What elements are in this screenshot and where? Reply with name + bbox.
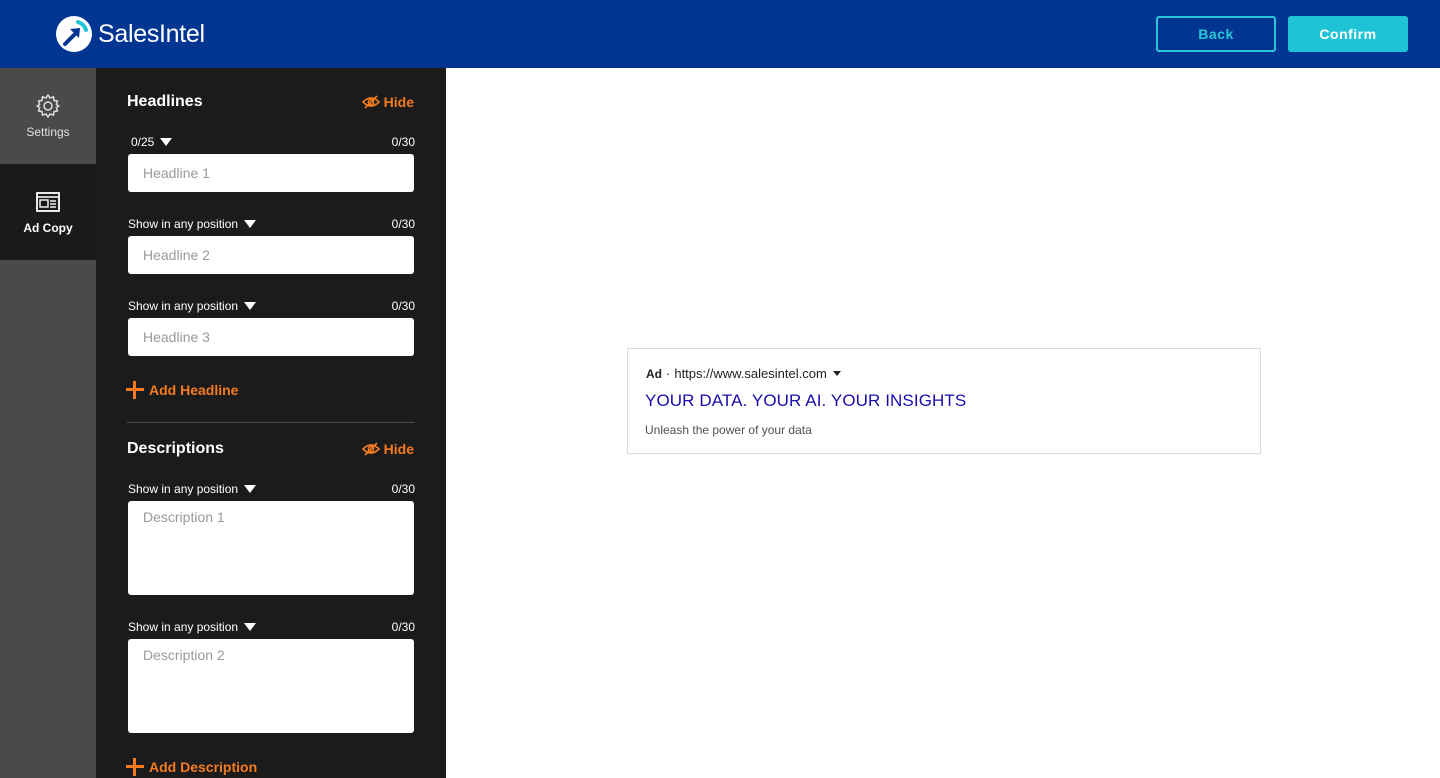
description-2-meta: Show in any position 0/30 — [128, 620, 415, 634]
add-headline-button[interactable]: Add Headline — [126, 381, 238, 399]
hide-label: Hide — [383, 441, 414, 457]
char-count: 0/30 — [391, 217, 415, 231]
caret-down-icon — [160, 138, 173, 146]
description-2-input[interactable] — [128, 639, 414, 733]
confirm-button[interactable]: Confirm — [1288, 16, 1408, 52]
caret-down-icon — [244, 623, 257, 631]
nav-item-settings[interactable]: Settings — [0, 68, 96, 164]
ad-copy-icon — [36, 192, 60, 212]
hide-label: Hide — [383, 94, 414, 110]
section-divider — [127, 422, 415, 423]
gear-icon — [36, 94, 60, 118]
add-description-button[interactable]: Add Description — [126, 758, 257, 776]
nav-label-settings: Settings — [26, 125, 70, 139]
position-label: Show in any position — [128, 217, 239, 231]
position-label: 0/25 — [131, 135, 155, 149]
eye-slash-icon — [361, 442, 380, 456]
caret-down-icon — [244, 220, 257, 228]
back-button[interactable]: Back — [1156, 16, 1276, 52]
description-1-meta: Show in any position 0/30 — [128, 482, 415, 496]
headline-1-input[interactable] — [128, 154, 414, 192]
descriptions-title: Descriptions — [127, 440, 224, 457]
nav-item-ad-copy[interactable]: Ad Copy — [0, 164, 96, 260]
caret-down-icon[interactable] — [832, 371, 841, 376]
description-1-input[interactable] — [128, 501, 414, 595]
headline-1-meta: 0/25 0/30 — [131, 135, 415, 149]
position-label: Show in any position — [128, 299, 239, 313]
headline-3-input[interactable] — [128, 318, 414, 356]
ad-preview-card: Ad · https://www.salesintel.com YOUR DAT… — [627, 348, 1261, 454]
headline-2-input[interactable] — [128, 236, 414, 274]
left-nav: Settings Ad Copy — [0, 68, 96, 778]
char-count: 0/30 — [391, 299, 415, 313]
description-2-position-dropdown[interactable]: Show in any position — [128, 620, 257, 634]
caret-down-icon — [244, 302, 257, 310]
headline-1-position-dropdown[interactable]: 0/25 — [131, 135, 173, 149]
char-count: 0/30 — [391, 135, 415, 149]
plus-icon — [126, 758, 144, 776]
add-headline-label: Add Headline — [149, 382, 239, 398]
headline-3-meta: Show in any position 0/30 — [128, 299, 415, 313]
position-label: Show in any position — [128, 620, 239, 634]
top-bar: SalesIntel Back Confirm — [0, 0, 1440, 68]
ad-headline[interactable]: YOUR DATA. YOUR AI. YOUR INSIGHTS — [645, 391, 966, 411]
headlines-title: Headlines — [127, 93, 203, 110]
char-count: 0/30 — [391, 482, 415, 496]
ad-url-line: Ad · https://www.salesintel.com — [646, 366, 841, 381]
description-1-position-dropdown[interactable]: Show in any position — [128, 482, 257, 496]
char-count: 0/30 — [391, 620, 415, 634]
headline-2-position-dropdown[interactable]: Show in any position — [128, 217, 257, 231]
add-description-label: Add Description — [149, 759, 258, 775]
nav-label-ad-copy: Ad Copy — [23, 221, 73, 235]
eye-slash-icon — [361, 95, 380, 109]
ad-copy-panel: Headlines Hide 0/25 0/30 Show in any pos… — [96, 68, 446, 778]
descriptions-hide-button[interactable]: Hide — [361, 441, 414, 457]
position-label: Show in any position — [128, 482, 239, 496]
headlines-hide-button[interactable]: Hide — [361, 94, 414, 110]
caret-down-icon — [244, 485, 257, 493]
logo-mark-icon — [56, 16, 92, 52]
headline-3-position-dropdown[interactable]: Show in any position — [128, 299, 257, 313]
ad-description: Unleash the power of your data — [645, 423, 812, 437]
headline-2-meta: Show in any position 0/30 — [128, 217, 415, 231]
plus-icon — [126, 381, 144, 399]
ad-url[interactable]: https://www.salesintel.com — [674, 366, 826, 381]
logo[interactable]: SalesIntel — [56, 16, 205, 52]
logo-text: SalesIntel — [98, 20, 205, 48]
ad-separator: · — [666, 366, 671, 381]
ad-badge: Ad — [646, 366, 662, 381]
